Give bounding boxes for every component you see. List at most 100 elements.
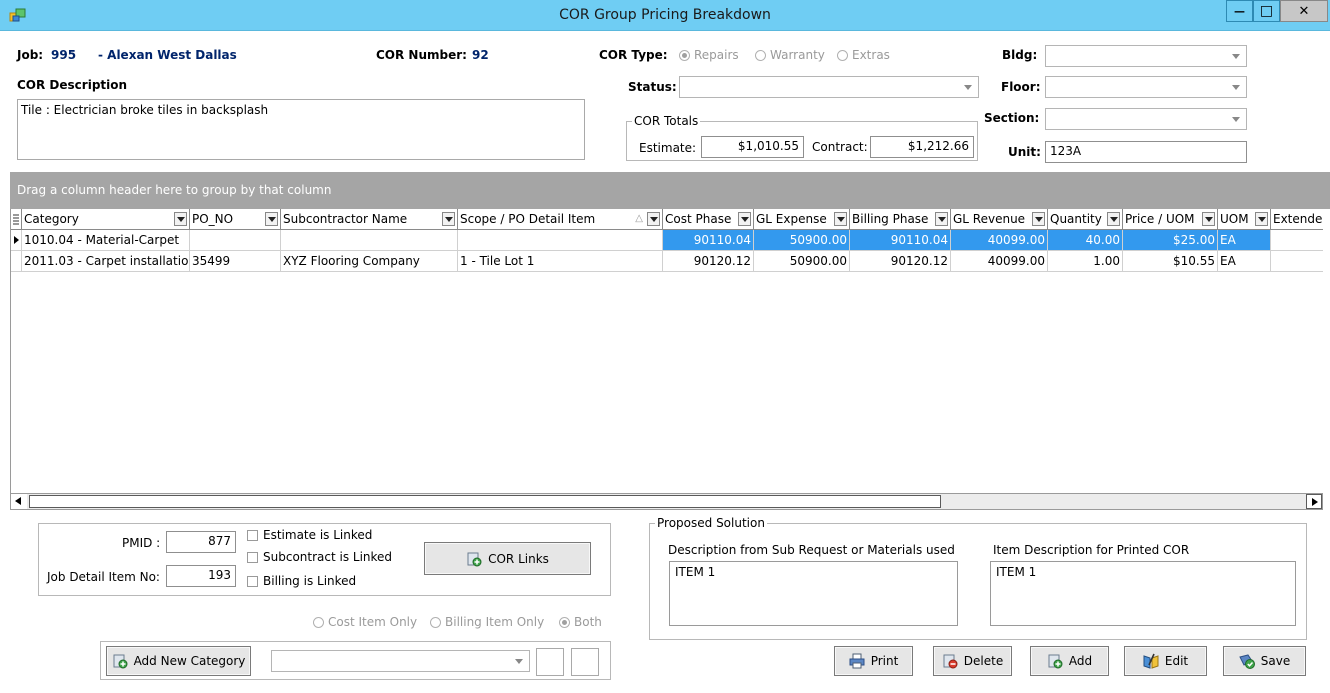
billing-item-only-radio[interactable]: Billing Item Only — [430, 615, 544, 629]
both-radio[interactable]: Both — [559, 615, 602, 629]
row-indicator[interactable] — [11, 251, 22, 272]
desc-sub-field[interactable]: ITEM 1 — [669, 561, 958, 626]
unit-field[interactable]: 123A — [1045, 141, 1247, 163]
column-header-gl-expense[interactable]: GL Expense — [754, 209, 850, 230]
filter-dropdown-icon[interactable] — [834, 212, 847, 226]
category-dropdown[interactable] — [271, 650, 530, 672]
group-by-area[interactable]: Drag a column header here to group by th… — [10, 172, 1330, 209]
estimate-field[interactable]: $1,010.55 — [701, 136, 804, 158]
scroll-left-button[interactable] — [11, 494, 27, 509]
cor-links-button[interactable]: COR Links — [424, 542, 591, 575]
cell-gl-revenue[interactable]: 40099.00 — [951, 251, 1048, 272]
subcontract-linked-checkbox[interactable]: Subcontract is Linked — [247, 550, 392, 564]
cor-type-extras-radio[interactable]: Extras — [837, 48, 890, 62]
cell-cost-phase[interactable]: 90110.04 — [663, 230, 754, 251]
cell-billing-phase[interactable]: 90110.04 — [850, 230, 951, 251]
column-header-cost-phase[interactable]: Cost Phase — [663, 209, 754, 230]
filter-dropdown-icon[interactable] — [442, 212, 455, 226]
section-label: Section: — [984, 111, 1040, 125]
desc-printed-field[interactable]: ITEM 1 — [990, 561, 1296, 626]
cell-subcontractor-name[interactable]: XYZ Flooring Company — [281, 251, 458, 272]
filter-dropdown-icon[interactable] — [1107, 212, 1120, 226]
column-header-billing-phase[interactable]: Billing Phase — [850, 209, 951, 230]
cell-billing-phase[interactable]: 90120.12 — [850, 251, 951, 272]
pmid-field[interactable]: 877 — [166, 531, 236, 553]
cell-po-no[interactable]: 35499 — [190, 251, 281, 272]
cell-category[interactable]: 2011.03 - Carpet installation — [22, 251, 190, 272]
estimate-linked-checkbox[interactable]: Estimate is Linked — [247, 528, 372, 542]
cell-price-uom[interactable]: $25.00 — [1123, 230, 1218, 251]
title-bar[interactable]: COR Group Pricing Breakdown — □ ✕ — [0, 0, 1330, 31]
cor-type-repairs-radio[interactable]: Repairs — [679, 48, 739, 62]
cell-gl-expense[interactable]: 50900.00 — [754, 251, 850, 272]
filter-dropdown-icon[interactable] — [738, 212, 751, 226]
horizontal-scrollbar[interactable] — [10, 493, 1323, 510]
section-dropdown[interactable] — [1045, 108, 1247, 130]
billing-linked-checkbox[interactable]: Billing is Linked — [247, 574, 356, 588]
column-header-po-no[interactable]: PO_NO — [190, 209, 281, 230]
cell-price-uom[interactable]: $10.55 — [1123, 251, 1218, 272]
pricing-grid[interactable]: Category PO_NO Subcontractor Name Scope … — [10, 209, 1323, 493]
column-header-extended[interactable]: Extended — [1271, 209, 1323, 230]
save-button[interactable]: Save — [1223, 646, 1306, 676]
job-detail-field[interactable]: 193 — [166, 565, 236, 587]
cell-uom[interactable]: EA — [1218, 230, 1271, 251]
cell-scope[interactable]: 1 - Tile Lot 1 — [458, 251, 663, 272]
cell-scope[interactable] — [458, 230, 663, 251]
cost-item-only-radio[interactable]: Cost Item Only — [313, 615, 417, 629]
floor-dropdown[interactable] — [1045, 76, 1247, 98]
arrow-right-icon — [1312, 498, 1318, 506]
filter-dropdown-icon[interactable] — [935, 212, 948, 226]
filter-dropdown-icon[interactable] — [265, 212, 278, 226]
filter-dropdown-icon[interactable] — [1255, 212, 1268, 226]
column-chooser-icon[interactable] — [11, 209, 22, 230]
column-header-uom[interactable]: UOM — [1218, 209, 1271, 230]
cell-category[interactable]: 1010.04 - Material-Carpet — [22, 230, 190, 251]
category-action-button-1[interactable] — [536, 648, 564, 676]
table-row[interactable]: 1010.04 - Material-Carpet 90110.04 50900… — [11, 230, 1323, 251]
cell-gl-revenue[interactable]: 40099.00 — [951, 230, 1048, 251]
add-new-category-button[interactable]: Add New Category — [106, 646, 251, 676]
print-button[interactable]: Print — [834, 646, 913, 676]
proposed-solution-legend: Proposed Solution — [655, 516, 767, 530]
column-header-scope[interactable]: Scope / PO Detail Item △ — [458, 209, 663, 230]
column-header-quantity[interactable]: Quantity — [1048, 209, 1123, 230]
column-header-category[interactable]: Category — [22, 209, 190, 230]
cor-description-field[interactable]: Tile : Electrician broke tiles in backsp… — [17, 99, 585, 160]
scroll-right-button[interactable] — [1306, 494, 1322, 509]
status-dropdown[interactable] — [679, 76, 979, 98]
cell-po-no[interactable] — [190, 230, 281, 251]
filter-dropdown-icon[interactable] — [1202, 212, 1215, 226]
save-label: Save — [1260, 654, 1291, 668]
column-header-subcontractor-name[interactable]: Subcontractor Name — [281, 209, 458, 230]
chevron-down-icon — [1232, 85, 1240, 90]
cell-gl-expense[interactable]: 50900.00 — [754, 230, 850, 251]
cell-extended[interactable] — [1271, 251, 1323, 272]
cell-quantity[interactable]: 40.00 — [1048, 230, 1123, 251]
filter-dropdown-icon[interactable] — [1032, 212, 1045, 226]
contract-field[interactable]: $1,212.66 — [870, 136, 974, 158]
grid-header-row: Category PO_NO Subcontractor Name Scope … — [11, 209, 1323, 230]
row-indicator[interactable] — [11, 230, 22, 251]
scroll-thumb[interactable] — [29, 495, 941, 508]
column-header-gl-revenue[interactable]: GL Revenue — [951, 209, 1048, 230]
cell-quantity[interactable]: 1.00 — [1048, 251, 1123, 272]
cell-cost-phase[interactable]: 90120.12 — [663, 251, 754, 272]
column-header-price-uom[interactable]: Price / UOM — [1123, 209, 1218, 230]
filter-dropdown-icon[interactable] — [647, 212, 660, 226]
edit-button[interactable]: Edit — [1124, 646, 1207, 676]
close-button[interactable]: ✕ — [1280, 0, 1328, 22]
cell-uom[interactable]: EA — [1218, 251, 1271, 272]
category-action-button-2[interactable] — [571, 648, 599, 676]
maximize-button[interactable]: □ — [1253, 0, 1280, 22]
delete-button[interactable]: Delete — [933, 646, 1012, 676]
cell-extended[interactable] — [1271, 230, 1323, 251]
cor-type-warranty-radio[interactable]: Warranty — [755, 48, 825, 62]
cell-subcontractor-name[interactable] — [281, 230, 458, 251]
table-row[interactable]: 2011.03 - Carpet installation 35499 XYZ … — [11, 251, 1323, 272]
add-button[interactable]: Add — [1030, 646, 1109, 676]
bldg-dropdown[interactable] — [1045, 45, 1247, 67]
minimize-button[interactable]: — — [1226, 0, 1253, 22]
radio-unselected-icon — [755, 49, 766, 61]
filter-dropdown-icon[interactable] — [174, 212, 187, 226]
